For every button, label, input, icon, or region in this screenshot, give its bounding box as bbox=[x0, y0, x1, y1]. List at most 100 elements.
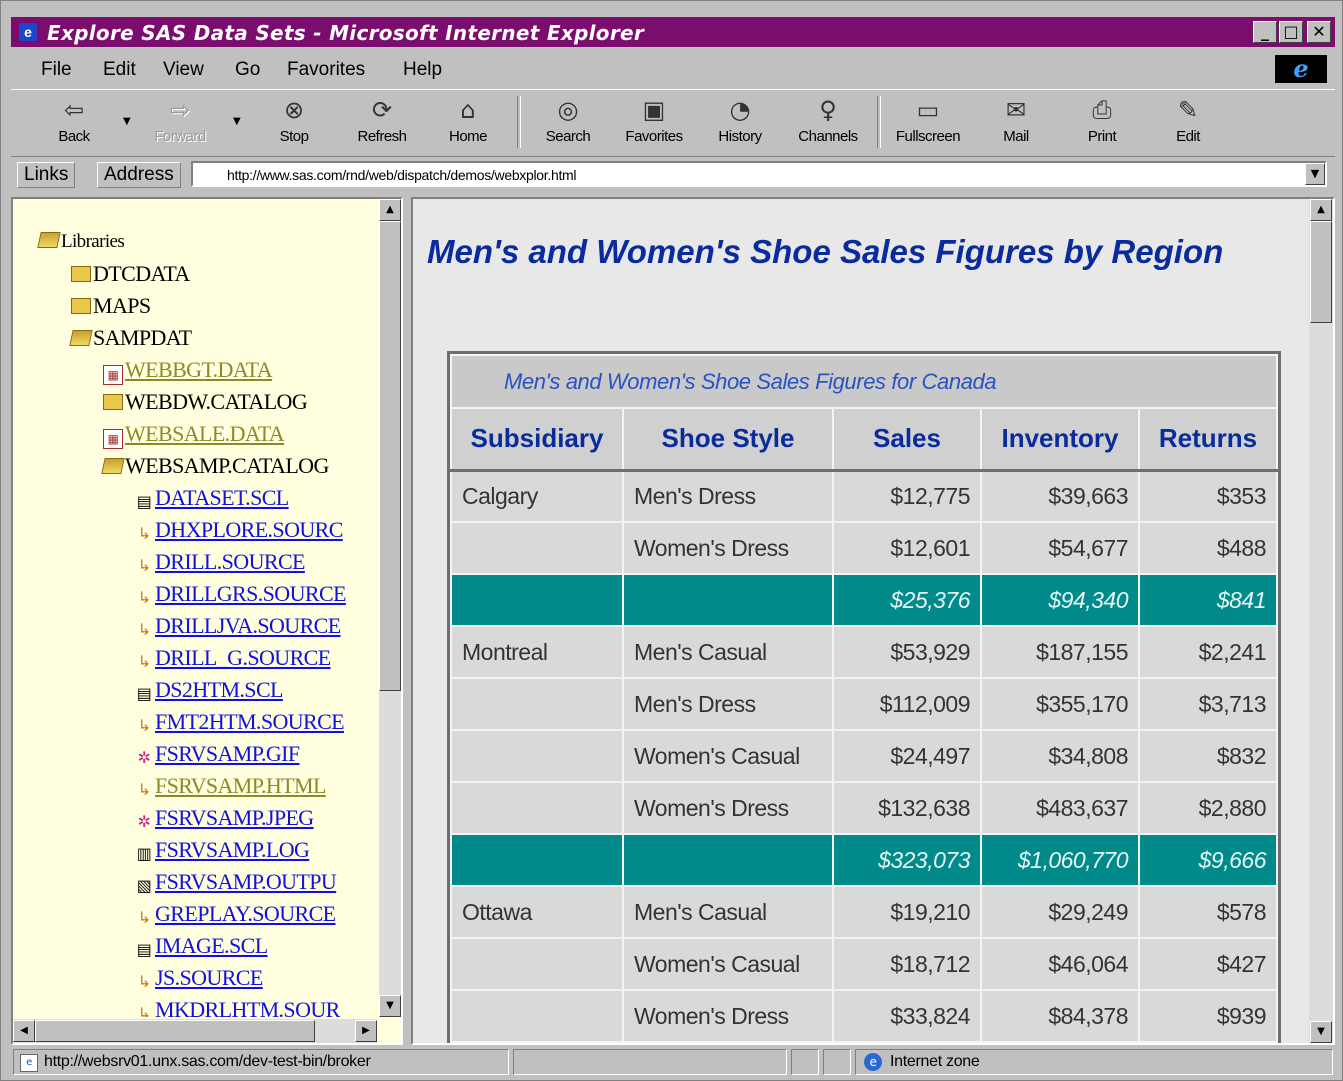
forward-arrow-icon: ⇨ bbox=[169, 96, 191, 124]
scroll-thumb[interactable] bbox=[379, 221, 401, 691]
stop-icon: ⊗ bbox=[283, 96, 305, 124]
forward-dropdown-icon[interactable]: ▼ bbox=[233, 116, 241, 127]
table-row: Women's Casual $24,497 $34,808 $832 bbox=[450, 729, 1278, 783]
tree-node-item[interactable]: ↳ FSRVSAMP.HTML bbox=[135, 771, 327, 801]
tree-node-libraries[interactable]: Libraries bbox=[37, 227, 125, 257]
tree-node-item[interactable]: ↳ GREPLAY.SOURCE bbox=[135, 899, 337, 929]
address-input[interactable]: http://www.sas.com/rnd/web/dispatch/demo… bbox=[191, 161, 1327, 187]
address-dropdown-icon[interactable]: ▼ bbox=[1305, 163, 1325, 185]
tree-node-dtcdata[interactable]: DTCDATA bbox=[71, 259, 190, 289]
tree-node-item[interactable]: ▧ FSRVSAMP.OUTPU bbox=[135, 867, 337, 897]
menu-favorites[interactable]: Favorites bbox=[287, 59, 365, 81]
back-button[interactable]: ⇦ Back bbox=[39, 94, 109, 152]
channels-icon: ♀ bbox=[819, 96, 837, 124]
menu-view[interactable]: View bbox=[163, 59, 204, 81]
tree-node-item[interactable]: ↳ JS.SOURCE bbox=[135, 963, 264, 993]
favorites-button[interactable]: ▣ Favorites bbox=[619, 94, 689, 152]
forward-button[interactable]: ⇨ Forward bbox=[145, 94, 215, 152]
window-title: Explore SAS Data Sets - Microsoft Intern… bbox=[47, 21, 645, 45]
menu-go[interactable]: Go bbox=[235, 59, 260, 81]
tree-node-item[interactable]: ▤ IMAGE.SCL bbox=[135, 931, 268, 961]
channels-button[interactable]: ♀ Channels bbox=[793, 94, 863, 152]
table-row: Ottawa Men's Casual $19,210 $29,249 $578 bbox=[450, 885, 1278, 939]
scl-file-icon: ▤ bbox=[136, 940, 152, 959]
maximize-button[interactable]: □ bbox=[1279, 21, 1303, 43]
history-icon: ◔ bbox=[729, 96, 751, 124]
close-button[interactable]: ✕ bbox=[1307, 21, 1331, 43]
tree-node-item[interactable]: ↳ DRILL.SOURCE bbox=[135, 547, 306, 577]
menu-edit[interactable]: Edit bbox=[103, 59, 136, 81]
tree-node-item[interactable]: ↳ FMT2HTM.SOURCE bbox=[135, 707, 345, 737]
dataset-icon: ▦ bbox=[103, 365, 123, 385]
scl-file-icon: ▤ bbox=[136, 684, 152, 703]
subtotal-row: $323,073 $1,060,770 $9,666 bbox=[450, 833, 1278, 887]
library-tree-frame: Libraries DTCDATA MAPS SAMPDAT ▦ WEBBGT.D… bbox=[11, 197, 403, 1045]
tree-node-item[interactable]: ↳ DRILLJVA.SOURCE bbox=[135, 611, 342, 641]
tree-node-item[interactable]: ↳ DRILLGRS.SOURCE bbox=[135, 579, 347, 609]
toolbar: ⇦ Back ▼ ⇨ Forward ▼ ⊗ Stop ⟳ Refresh ⌂ … bbox=[11, 89, 1335, 157]
tree-node-item[interactable]: ✲ FSRVSAMP.JPEG bbox=[135, 803, 315, 833]
status-pane bbox=[823, 1049, 851, 1075]
tree-node-webbgt[interactable]: ▦ WEBBGT.DATA bbox=[103, 355, 273, 385]
address-url: http://www.sas.com/rnd/web/dispatch/demo… bbox=[227, 167, 577, 183]
scroll-down-icon[interactable]: ▼ bbox=[1310, 1021, 1332, 1043]
table-row: Calgary Men's Dress $12,775 $39,663 $353 bbox=[450, 469, 1278, 523]
edit-button[interactable]: ✎ Edit bbox=[1153, 94, 1223, 152]
scroll-up-icon[interactable]: ▲ bbox=[379, 199, 401, 221]
scroll-left-icon[interactable]: ◀ bbox=[13, 1020, 35, 1042]
search-button[interactable]: ◎ Search bbox=[533, 94, 603, 152]
tree-node-websale[interactable]: ▦ WEBSALE.DATA bbox=[103, 419, 285, 449]
favorites-folder-icon: ▣ bbox=[642, 96, 666, 124]
tree-node-item[interactable]: ▤ DATASET.SCL bbox=[135, 483, 290, 513]
back-arrow-icon: ⇦ bbox=[63, 96, 85, 124]
scroll-down-icon[interactable]: ▼ bbox=[379, 995, 401, 1017]
scroll-up-icon[interactable]: ▲ bbox=[1310, 199, 1332, 221]
tree-node-websamp[interactable]: WEBSAMP.CATALOG bbox=[101, 451, 329, 481]
scroll-thumb[interactable] bbox=[1310, 221, 1332, 323]
refresh-icon: ⟳ bbox=[371, 96, 393, 124]
page-icon: e bbox=[20, 1054, 38, 1072]
tree-node-item[interactable]: ↳ MKDRLHTM.SOUR bbox=[135, 995, 341, 1018]
tree-node-item[interactable]: ▥ FSRVSAMP.LOG bbox=[135, 835, 310, 865]
scroll-thumb[interactable] bbox=[35, 1020, 315, 1042]
tree-vertical-scrollbar[interactable]: ▲ ▼ bbox=[379, 199, 401, 1017]
mail-icon: ✉ bbox=[1005, 96, 1027, 124]
address-bar: Links Address http://www.sas.com/rnd/web… bbox=[11, 159, 1335, 191]
content-vertical-scrollbar[interactable]: ▲ ▼ bbox=[1309, 199, 1333, 1043]
table-row: Men's Dress $112,009 $355,170 $3,713 bbox=[450, 677, 1278, 731]
tree-node-item[interactable]: ✲ FSRVSAMP.GIF bbox=[135, 739, 301, 769]
fullscreen-button[interactable]: ▭ Fullscreen bbox=[893, 94, 963, 152]
title-bar[interactable]: e Explore SAS Data Sets - Microsoft Inte… bbox=[11, 17, 1335, 47]
source-file-icon: ↳ bbox=[137, 1004, 151, 1018]
col-subsidiary: Subsidiary bbox=[450, 407, 624, 472]
refresh-button[interactable]: ⟳ Refresh bbox=[347, 94, 417, 152]
status-url-pane: e http://websrv01.unx.sas.com/dev-test-b… bbox=[13, 1049, 509, 1075]
print-button[interactable]: ⎙ Print bbox=[1067, 94, 1137, 152]
tree-horizontal-scrollbar[interactable]: ◀ ▶ bbox=[13, 1019, 377, 1043]
stop-button[interactable]: ⊗ Stop bbox=[259, 94, 329, 152]
home-button[interactable]: ⌂ Home bbox=[433, 94, 503, 152]
table-caption: Men's and Women's Shoe Sales Figures for… bbox=[450, 354, 1278, 409]
image-file-icon: ✲ bbox=[137, 748, 151, 767]
menu-bar: File Edit View Go Favorites Help e bbox=[11, 53, 1335, 85]
toolbar-separator bbox=[517, 96, 521, 148]
back-dropdown-icon[interactable]: ▼ bbox=[123, 116, 131, 127]
scroll-right-icon[interactable]: ▶ bbox=[355, 1020, 377, 1042]
links-button[interactable]: Links bbox=[17, 162, 76, 188]
open-folder-icon bbox=[101, 458, 125, 474]
mail-button[interactable]: ✉ Mail bbox=[981, 94, 1051, 152]
menu-file[interactable]: File bbox=[41, 59, 72, 81]
menu-help[interactable]: Help bbox=[403, 59, 442, 81]
tree-node-item[interactable]: ↳ DHXPLORE.SOURC bbox=[135, 515, 344, 545]
table-row: Women's Dress $33,824 $84,378 $939 bbox=[450, 989, 1278, 1043]
tree-node-maps[interactable]: MAPS bbox=[71, 291, 151, 321]
tree-node-sampdat[interactable]: SAMPDAT bbox=[69, 323, 192, 353]
tree-node-item[interactable]: ▤ DS2HTM.SCL bbox=[135, 675, 284, 705]
tree-node-item[interactable]: ↳ DRILL_G.SOURCE bbox=[135, 643, 332, 673]
fullscreen-icon: ▭ bbox=[916, 96, 940, 124]
minimize-button[interactable]: _ bbox=[1253, 21, 1277, 43]
source-file-icon: ↳ bbox=[137, 588, 151, 607]
history-button[interactable]: ◔ History bbox=[705, 94, 775, 152]
source-file-icon: ↳ bbox=[137, 620, 151, 639]
tree-node-webdw[interactable]: WEBDW.CATALOG bbox=[103, 387, 308, 417]
